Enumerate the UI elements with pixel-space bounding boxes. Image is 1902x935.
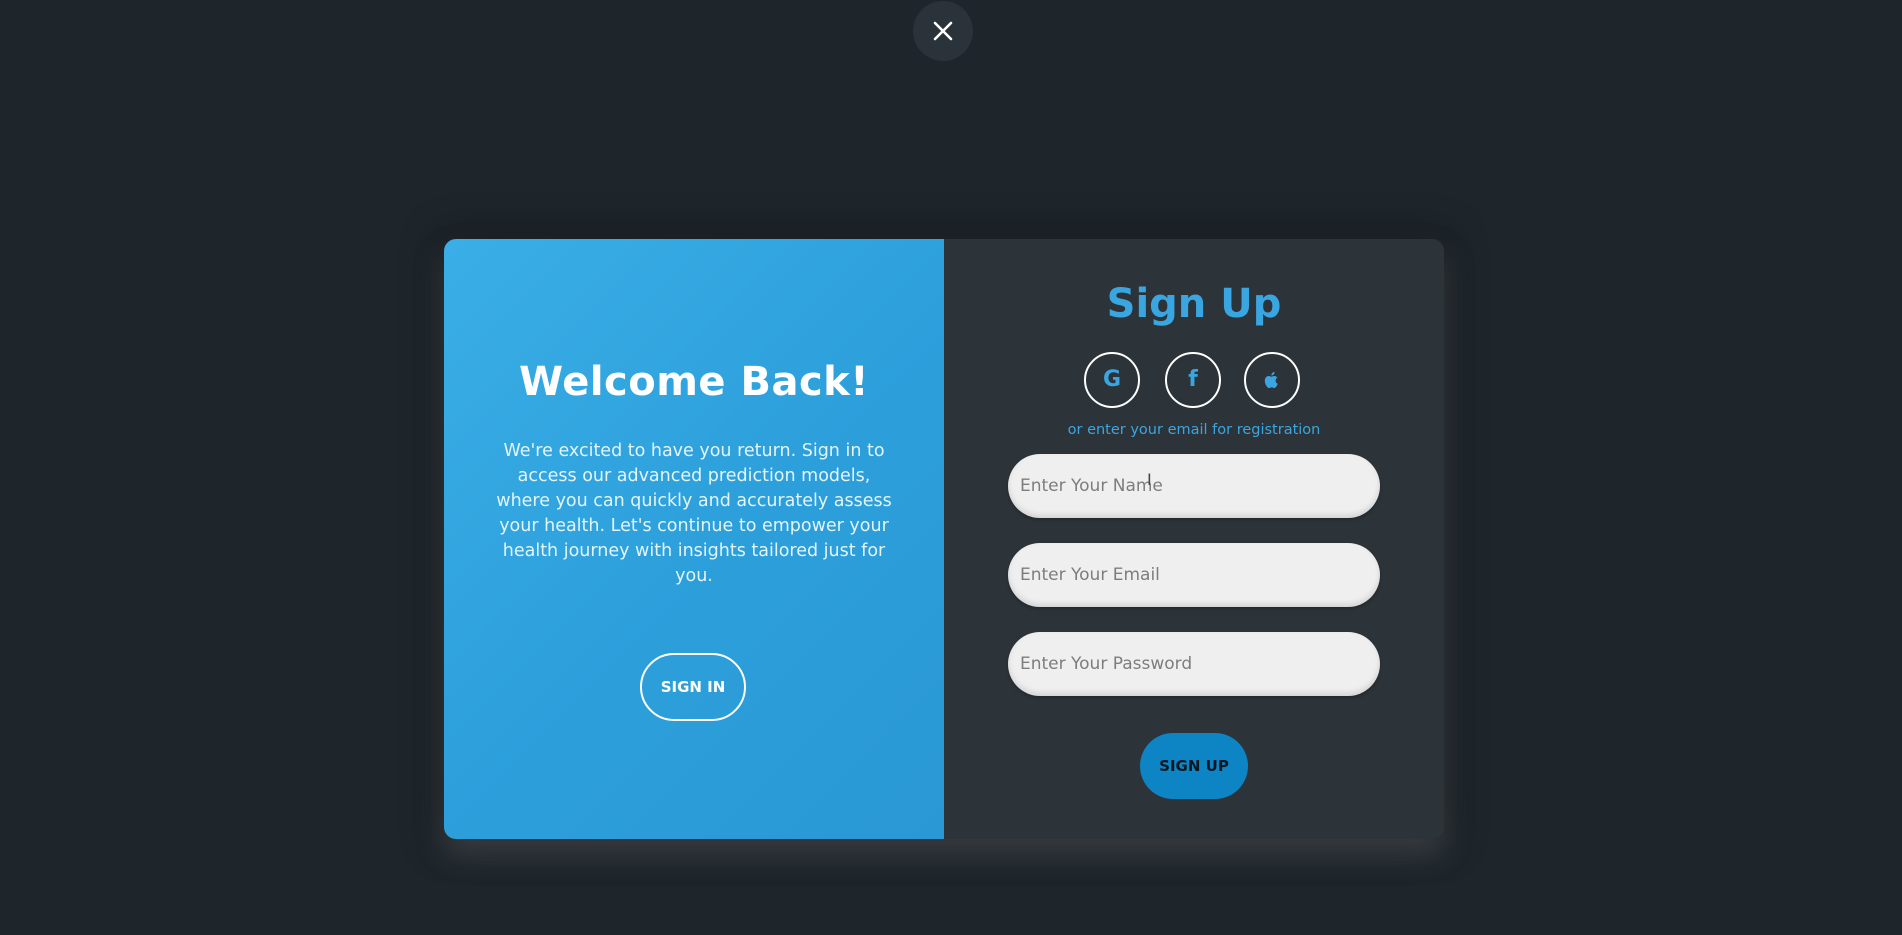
password-input[interactable] [1008, 632, 1380, 696]
facebook-login-button[interactable]: f [1165, 352, 1221, 408]
welcome-title: Welcome Back! [519, 359, 869, 405]
welcome-description: We're excited to have you return. Sign i… [496, 441, 892, 586]
social-login-group: G f [1084, 352, 1304, 408]
registration-hint: or enter your email for registration [1067, 422, 1321, 438]
sign-in-button[interactable]: SIGN IN [640, 653, 746, 721]
name-input[interactable] [1008, 454, 1380, 518]
auth-card: Welcome Back! We're excited to have you … [444, 239, 1444, 839]
welcome-panel: Welcome Back! We're excited to have you … [444, 239, 944, 839]
signup-panel: Sign Up G f or enter your email for regi… [944, 239, 1444, 839]
close-icon [933, 21, 953, 41]
email-input[interactable] [1008, 543, 1380, 607]
apple-icon [1264, 371, 1278, 388]
close-button[interactable] [913, 1, 973, 61]
google-login-button[interactable]: G [1084, 352, 1140, 408]
google-icon: G [1102, 367, 1122, 392]
signup-title: Sign Up [1106, 281, 1282, 327]
sign-up-button[interactable]: SIGN UP [1140, 733, 1248, 799]
apple-login-button[interactable] [1244, 352, 1300, 408]
facebook-icon: f [1188, 367, 1198, 392]
